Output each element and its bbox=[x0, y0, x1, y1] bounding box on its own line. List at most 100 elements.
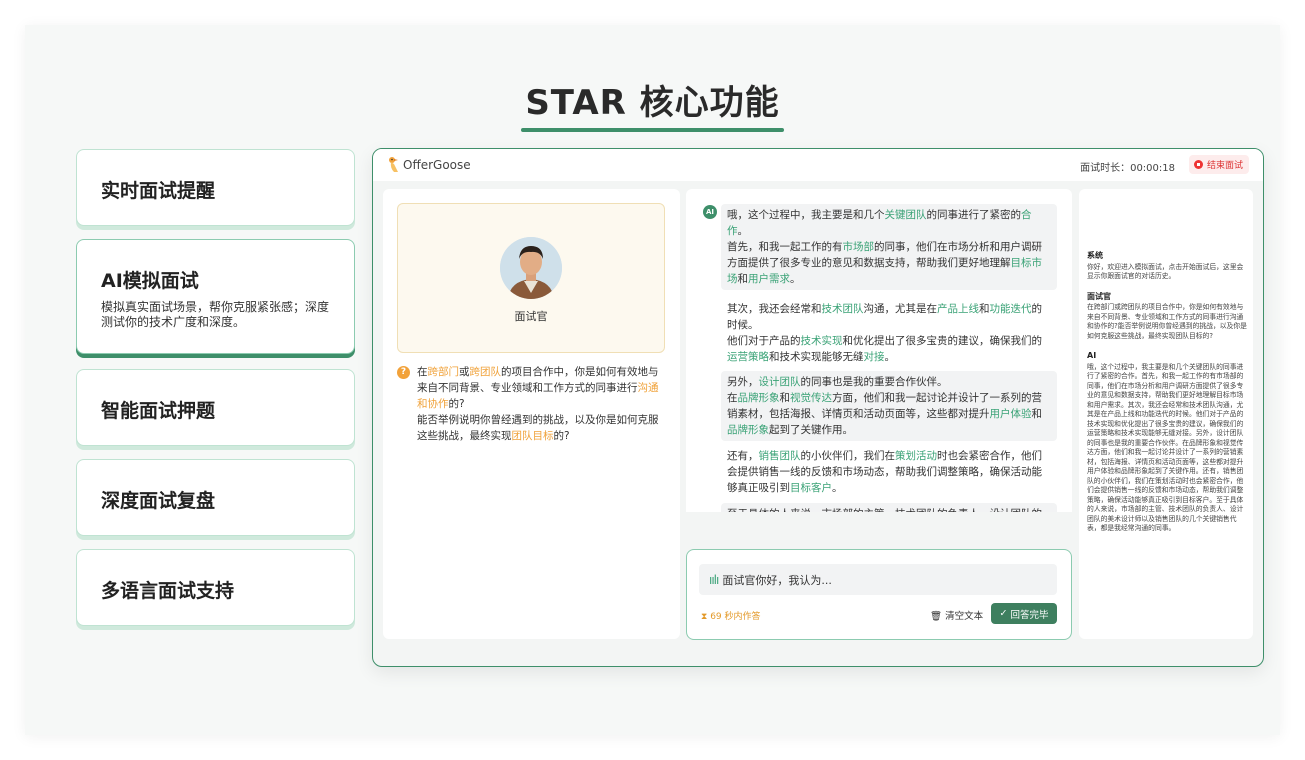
countdown-text: 69 秒内作答 bbox=[710, 612, 761, 622]
log-message: 哦，这个过程中，我主要是和几个关键团队的同事进行了紧密的合作。首先，和我一起工作… bbox=[1087, 362, 1244, 533]
end-interview-button[interactable]: 结束面试 bbox=[1188, 155, 1249, 174]
answer-keyword: 设计团队 bbox=[758, 376, 801, 388]
feature-card-prediction[interactable]: 智能面试押题 bbox=[76, 369, 355, 446]
feature-label: AI模拟面试 bbox=[101, 270, 199, 292]
answer-countdown: ⧗ 69 秒内作答 bbox=[701, 609, 761, 622]
answer-keyword: 对接 bbox=[863, 351, 885, 363]
feature-card-realtime[interactable]: 实时面试提醒 bbox=[76, 149, 355, 226]
question-segment: 或 bbox=[459, 366, 470, 378]
answer-keyword: 产品上线 bbox=[937, 303, 979, 315]
feature-label: 实时面试提醒 bbox=[101, 180, 216, 202]
goose-logo-icon bbox=[389, 157, 398, 172]
answer-keyword: 市场部 bbox=[842, 241, 875, 253]
chat-history-panel[interactable]: 系统 你好，欢迎进入模拟面试，点击开始面试后，这里会显示你跟面试官的对话历史。 … bbox=[1079, 189, 1253, 639]
answer-segment: 沟通，尤其是在 bbox=[863, 303, 938, 315]
brand-name: OfferGoose bbox=[403, 158, 471, 172]
person-avatar-icon bbox=[500, 237, 562, 299]
submit-answer-label: 回答完毕 bbox=[1010, 609, 1049, 621]
chat-history: 系统 你好，欢迎进入模拟面试，点击开始面试后，这里会显示你跟面试官的对话历史。 … bbox=[1087, 251, 1247, 534]
answer-keyword: 关键团队 bbox=[884, 209, 927, 221]
answer-segment: 还有， bbox=[727, 450, 759, 462]
interviewer-name: 面试官 bbox=[514, 310, 548, 323]
end-interview-label: 结束面试 bbox=[1206, 161, 1243, 171]
question-segment: 的? bbox=[448, 398, 465, 410]
answer-segment: 的同事进行了紧密的 bbox=[926, 209, 1022, 221]
answer-block: 哦，这个过程中，我主要是和几个关键团队的同事进行了紧密的合作。 首先，和我一起工作… bbox=[721, 204, 1057, 290]
answer-segment: 。 bbox=[790, 273, 801, 285]
answer-keyword: 技术实现 bbox=[800, 335, 843, 347]
answer-segment: 他们对于产品的 bbox=[727, 335, 801, 347]
clear-text-button[interactable]: 🗑 清空文本 bbox=[930, 608, 983, 622]
log-message: 你好，欢迎进入模拟面试，点击开始面试后，这里会显示你跟面试官的对话历史。 bbox=[1087, 262, 1244, 281]
answer-keyword: 视觉传达 bbox=[790, 392, 832, 404]
feature-label: 深度面试复盘 bbox=[101, 490, 216, 512]
answer-keyword: 品牌形象 bbox=[727, 424, 769, 436]
answer-input-text: 面试官你好，我认为... bbox=[722, 573, 832, 587]
feature-card-review[interactable]: 深度面试复盘 bbox=[76, 459, 355, 536]
log-message: 在跨部门或跨团队的项目合作中，你是如何有效地与来自不同背景、专业领域和工作方式的… bbox=[1087, 303, 1247, 340]
answer-keyword: 技术团队 bbox=[821, 303, 864, 315]
app-topbar: OfferGoose 面试时长：00:00:18 结束面试 bbox=[373, 149, 1263, 181]
check-icon: ✓ bbox=[999, 608, 1011, 619]
answer-keyword: 运营策略 bbox=[727, 351, 769, 363]
answer-keyword: 用户体验 bbox=[989, 408, 1032, 420]
question-text: 在跨部门或跨团队的项目合作中，你是如何有效地与来自不同背景、专业领域和工作方式的… bbox=[417, 364, 665, 444]
log-speaker: 系统 bbox=[1087, 251, 1103, 260]
interview-timer: 面试时长：00:00:18 bbox=[1080, 163, 1175, 174]
answer-block: 其次，我还会经常和技术团队沟通，尤其是在产品上线和功能迭代的时候。 他们对于产品的… bbox=[721, 298, 1057, 368]
answer-segment: 至于具体的人来说，市场部的主管、技术团队的负责人、设计团队的 bbox=[727, 508, 1042, 512]
answer-segment: 和优化提出了很多宝贵的建议，确保我们的 bbox=[842, 335, 1043, 347]
answer-segment: 和 bbox=[1031, 408, 1043, 420]
answer-keyword: 品牌形象 bbox=[737, 392, 780, 404]
feature-card-ai-mock[interactable]: AI模拟面试 模拟真实面试场景，帮你克服紧张感；深度测试你的技术广度和深度。 bbox=[76, 239, 355, 354]
log-speaker: 面试官 bbox=[1087, 291, 1111, 301]
page-title: STAR 核心功能 bbox=[25, 75, 1280, 132]
interviewer-card: 面试官 bbox=[397, 203, 665, 353]
stop-icon bbox=[1193, 160, 1203, 169]
title-underline bbox=[521, 128, 784, 132]
answer-keyword: 策划活动 bbox=[895, 450, 937, 462]
answer-segment: 首先，和我一起工作的有 bbox=[727, 241, 843, 253]
answer-segment: 和技术实现能够无缝 bbox=[769, 351, 864, 363]
answer-segment: 和 bbox=[779, 392, 791, 404]
submit-answer-button[interactable]: ✓ 回答完毕 bbox=[991, 603, 1057, 624]
answer-input[interactable]: ıılı 面试官你好，我认为... bbox=[699, 564, 1057, 595]
hourglass-icon: ⧗ bbox=[701, 612, 711, 622]
answer-keyword: 用户需求 bbox=[748, 273, 790, 285]
question-keyword: 跨团队 bbox=[469, 366, 502, 378]
feature-label: 智能面试押题 bbox=[101, 400, 216, 422]
answer-segment: 和 bbox=[737, 273, 749, 285]
feature-label: 多语言面试支持 bbox=[101, 580, 235, 602]
answer-block: 至于具体的人来说，市场部的主管、技术团队的负责人、设计团队的美术设计师以及销售团… bbox=[721, 503, 1057, 512]
answer-segment: 其次，我还会经常和 bbox=[727, 303, 822, 315]
interviewer-avatar bbox=[500, 237, 562, 299]
answer-segment: 起到了关键作用。 bbox=[769, 424, 853, 436]
answer-block: 另外，设计团队的同事也是我的重要合作伙伴。 在品牌形象和视觉传达方面，他们和我一起… bbox=[721, 371, 1057, 441]
answer-segment: 和 bbox=[979, 303, 990, 315]
answer-segment: 。 bbox=[737, 225, 749, 237]
question-icon: ? bbox=[397, 366, 410, 379]
slide-canvas: STAR 核心功能 实时面试提醒 AI模拟面试 模拟真实面试场景，帮你克服紧张感… bbox=[25, 25, 1280, 735]
question-segment: 的? bbox=[553, 430, 570, 442]
answer-input-box: ıılı 面试官你好，我认为... ⧗ 69 秒内作答 🗑 清空文本 ✓ 回答完… bbox=[686, 549, 1072, 640]
answer-segment: 的同事也是我的重要合作伙伴。 bbox=[800, 376, 948, 388]
feature-card-multilingual[interactable]: 多语言面试支持 bbox=[76, 549, 355, 626]
answer-segment: 的小伙伴们，我们在 bbox=[800, 450, 896, 462]
answer-segment: 。 bbox=[884, 351, 896, 363]
answer-segment: 在 bbox=[727, 392, 738, 404]
app-window: OfferGoose 面试时长：00:00:18 结束面试 面试官 ? 在跨部门… bbox=[372, 148, 1264, 667]
ai-answer-panel[interactable]: AI 哦，这个过程中，我主要是和几个关键团队的同事进行了紧密的合作。 首先，和我一… bbox=[686, 189, 1072, 512]
answer-segment: 哦，这个过程中，我主要是和几个 bbox=[727, 209, 885, 221]
question-keyword: 跨部门 bbox=[427, 366, 460, 378]
answer-block: 还有，销售团队的小伙伴们，我们在策划活动时也会紧密合作，他们会提供销售一线的反馈… bbox=[721, 445, 1057, 499]
clear-text-label: 清空文本 bbox=[945, 611, 984, 622]
question-keyword: 团队目标 bbox=[511, 430, 554, 442]
answer-segment: 另外， bbox=[727, 376, 759, 388]
voice-wave-icon: ıılı bbox=[709, 572, 719, 587]
question-segment: 在 bbox=[417, 366, 428, 378]
log-speaker: AI bbox=[1087, 351, 1097, 360]
answer-segment: 。 bbox=[832, 482, 843, 494]
interviewer-panel: 面试官 ? 在跨部门或跨团队的项目合作中，你是如何有效地与来自不同背景、专业领域… bbox=[383, 189, 680, 639]
answer-keyword: 功能迭代 bbox=[989, 303, 1032, 315]
trash-icon: 🗑 bbox=[930, 611, 946, 622]
